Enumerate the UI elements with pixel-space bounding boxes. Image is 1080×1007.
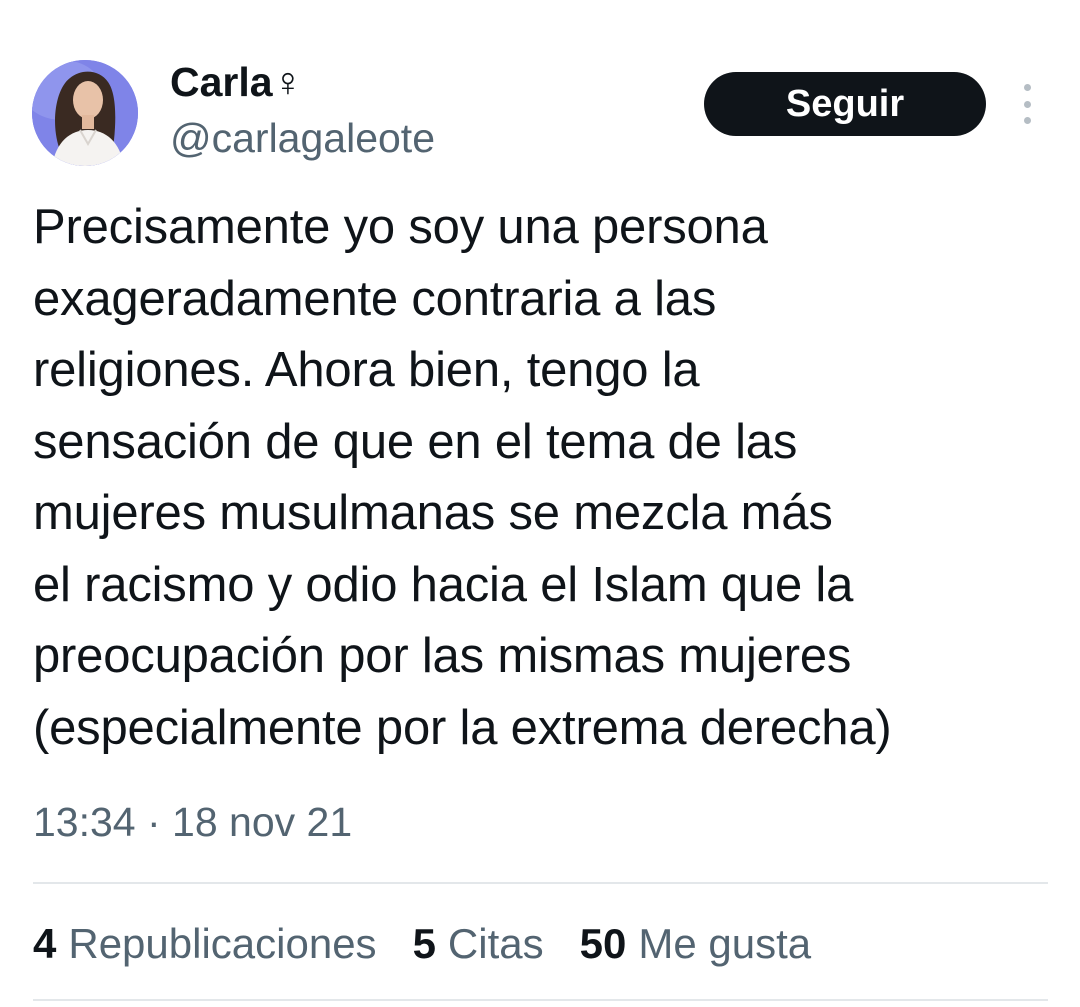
display-name[interactable]: Carla♀ [170, 58, 303, 106]
tweet-text-line: mujeres musulmanas se mezcla más [33, 486, 833, 540]
tweet-detail: Carla♀ @carlagaleote Seguir Precisamente… [0, 0, 1080, 1007]
tweet-text-line: (especialmente por la extrema derecha) [33, 700, 892, 755]
stat-reposts[interactable]: 4 Republicaciones [33, 918, 377, 970]
stat-count: 50 [579, 920, 627, 967]
stat-count: 4 [33, 920, 57, 967]
engagement-stats: 4 Republicaciones 5 Citas 50 Me gusta [33, 918, 847, 970]
more-dot [1023, 117, 1031, 124]
tweet-text-line: religiones. Ahora bien, tengo la [33, 343, 700, 397]
user-handle[interactable]: @carlagaleote [170, 113, 435, 163]
follow-button[interactable]: Seguir [704, 72, 986, 136]
tweet-text-line: exageradamente contraria a las [33, 271, 717, 326]
divider [33, 882, 1048, 884]
stat-count: 5 [412, 920, 436, 967]
divider [33, 999, 1048, 1001]
avatar[interactable] [32, 60, 138, 166]
more-vertical-icon[interactable] [1008, 84, 1046, 124]
tweet-text-line: Precisamente yo soy una persona [33, 200, 768, 254]
tweet-text-line: preocupación por las mismas mujeres [33, 629, 852, 683]
tweet-text-line: el racismo y odio hacia el Islam que la [33, 557, 854, 612]
stat-label: Republicaciones [68, 920, 377, 967]
more-dot [1023, 84, 1031, 91]
tweet-text: Precisamente yo soy una persona exagerad… [33, 192, 1053, 764]
tweet-text-line: sensación de que en el tema de las [33, 414, 798, 469]
stat-likes[interactable]: 50 Me gusta [580, 918, 811, 970]
more-dot [1023, 100, 1031, 108]
stat-label: Me gusta [638, 920, 812, 967]
stat-quotes[interactable]: 5 Citas [413, 918, 544, 970]
tweet-timestamp[interactable]: 13:34 · 18 nov 21 [33, 797, 352, 847]
profile-photo [32, 60, 138, 166]
stat-label: Citas [447, 920, 544, 967]
